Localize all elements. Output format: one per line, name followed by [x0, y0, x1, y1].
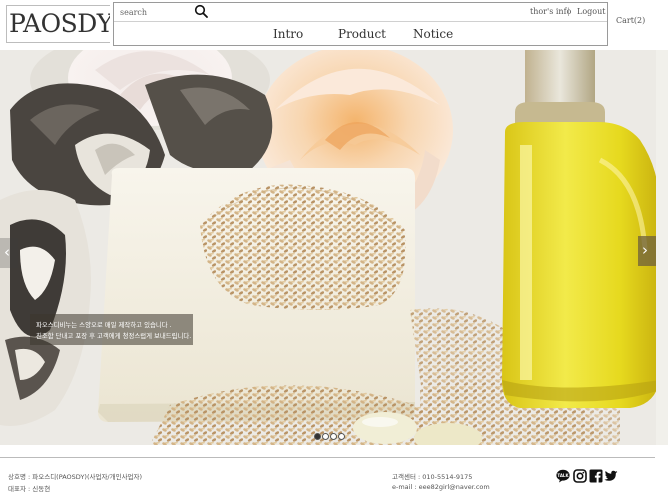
svg-text:TALK: TALK	[557, 473, 569, 478]
caption-line: 파오스디비누는 스양오로 매일 제작하고 있습니다 .	[36, 321, 172, 329]
slider-dot[interactable]	[314, 433, 321, 440]
instagram-icon[interactable]	[573, 469, 587, 483]
header-divider	[114, 21, 607, 22]
footer-divider	[0, 457, 655, 458]
slider-next-button[interactable]: ›	[638, 236, 656, 266]
slider-dot[interactable]	[322, 433, 329, 440]
search-input[interactable]	[120, 5, 190, 19]
ceo-name: 대표자 : 신동현	[8, 485, 51, 493]
util-separator: |	[567, 7, 570, 16]
slider-dots	[314, 433, 348, 441]
soap-bar	[98, 168, 415, 422]
slide-caption: 파오스디비누는 스양오로 매일 제작하고 있습니다 . 친조함 단내고 포장 후…	[30, 314, 193, 345]
search-bar	[114, 3, 314, 21]
hero-image	[0, 50, 668, 445]
hero-slider: ‹ › 파오스디비누는 스양오로 매일 제작하고 있습니다 . 친조함 단내고 …	[0, 50, 668, 445]
site-footer: 상호명 : 파오스디(PAOSDY)(사업자/개인사업자) 대표자 : 신동현 …	[0, 445, 668, 493]
chevron-left-icon: ‹	[4, 243, 10, 261]
search-icon[interactable]	[194, 4, 208, 18]
nav-item-intro[interactable]: Intro	[273, 27, 303, 41]
logo[interactable]: PAOSDY	[6, 5, 110, 43]
logout-link[interactable]: Logout	[577, 7, 605, 16]
user-info-link[interactable]: thor's info	[530, 7, 571, 16]
twitter-icon[interactable]	[604, 469, 618, 483]
slider-dot[interactable]	[330, 433, 337, 440]
nav-item-notice[interactable]: Notice	[413, 27, 453, 41]
slider-dot[interactable]	[338, 433, 345, 440]
contact-email[interactable]: e-mail : eee82girl@naver.com	[392, 483, 490, 491]
chevron-right-icon: ›	[642, 241, 648, 259]
slider-prev-button[interactable]: ‹	[0, 238, 18, 268]
talk-icon[interactable]: TALK	[556, 469, 570, 483]
site-header: PAOSDY thor's info | Logout Intro Produc…	[0, 0, 668, 50]
header-box: thor's info | Logout Intro Product Notic…	[113, 2, 608, 46]
facebook-icon[interactable]	[589, 469, 603, 483]
company-name: 상호명 : 파오스디(PAOSDY)(사업자/개인사업자)	[8, 473, 143, 481]
customer-center: 고객센터 : 010-5514-9175	[392, 473, 473, 481]
cart-link[interactable]: Cart(2)	[616, 16, 645, 25]
nav-item-product[interactable]: Product	[338, 27, 386, 41]
caption-line: 친조함 단내고 포장 후 고객에게 청정스럽게 보내드립니다.	[36, 332, 192, 340]
